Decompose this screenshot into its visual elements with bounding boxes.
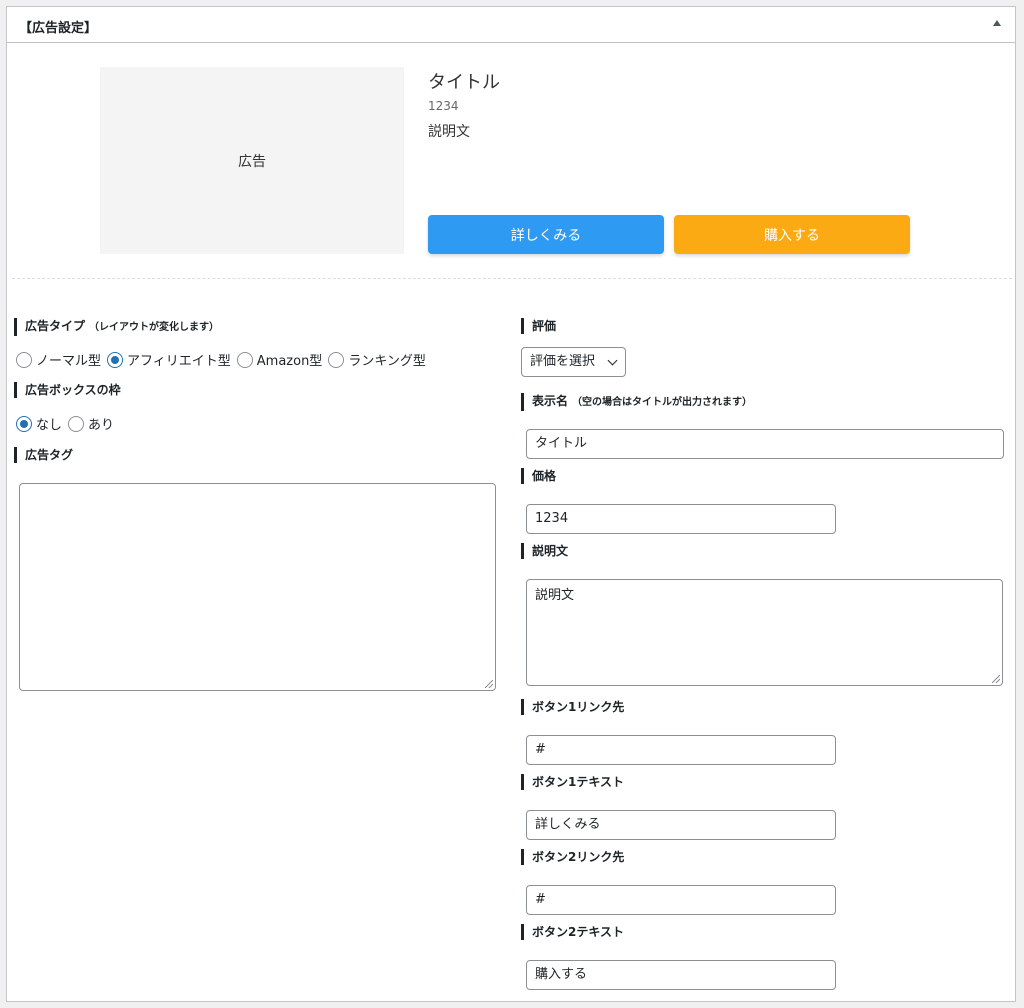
radio-checked-icon[interactable] — [107, 351, 124, 368]
preview-price: 1234 — [428, 99, 459, 113]
panel-title: 【広告設定】 — [19, 21, 98, 36]
display-name-hint: （空の場合はタイトルが出力されます） — [572, 397, 753, 408]
button2-text-input[interactable]: 購入する — [526, 960, 836, 990]
button1-link-input[interactable]: # — [526, 735, 836, 765]
frame-option-yes[interactable]: あり — [68, 414, 114, 433]
preview-divider — [12, 278, 1012, 279]
ad-frame-radio-group: なし あり — [16, 414, 120, 433]
ad-tag-textarea[interactable] — [19, 483, 496, 691]
rating-select[interactable]: 評価を選択 — [521, 347, 626, 377]
panel-header: 【広告設定】 — [7, 7, 1015, 43]
frame-option-none[interactable]: なし — [16, 414, 62, 433]
display-name-label: 表示名 （空の場合はタイトルが出力されます） — [521, 393, 752, 411]
button1-text-input[interactable]: 詳しくみる — [526, 810, 836, 840]
collapse-toggle-icon[interactable] — [993, 20, 1001, 26]
preview-description: 説明文 — [428, 124, 470, 140]
ad-type-option-amazon[interactable]: Amazon型 — [236, 350, 322, 369]
resize-handle-icon[interactable] — [992, 675, 1000, 683]
button2-link-input[interactable]: # — [526, 885, 836, 915]
ad-tag-label: 広告タグ — [14, 447, 73, 463]
radio-checked-icon[interactable] — [16, 415, 32, 432]
button2-link-label: ボタン2リンク先 — [521, 849, 624, 865]
price-input[interactable]: 1234 — [526, 504, 836, 534]
resize-handle-icon[interactable] — [485, 680, 493, 688]
rating-label: 評価 — [521, 318, 556, 334]
radio-icon[interactable] — [16, 351, 32, 368]
description-textarea[interactable]: 説明文 — [526, 579, 1003, 686]
chevron-down-icon — [607, 355, 618, 366]
button1-text-label: ボタン1テキスト — [521, 774, 624, 790]
button2-text-label: ボタン2テキスト — [521, 924, 624, 940]
ad-type-option-affiliate[interactable]: アフィリエイト型 — [107, 350, 231, 369]
radio-icon[interactable] — [328, 351, 345, 368]
ad-frame-label: 広告ボックスの枠 — [14, 382, 121, 398]
ad-type-hint: （レイアウトが変化します） — [89, 322, 220, 333]
ad-image-label: 広告 — [238, 153, 266, 170]
display-name-input[interactable]: タイトル — [526, 429, 1004, 459]
ad-type-radio-group: ノーマル型 アフィリエイト型 Amazon型 ランキング型 — [16, 350, 432, 369]
radio-icon[interactable] — [236, 351, 253, 368]
ad-image-placeholder: 広告 — [100, 67, 404, 254]
preview-title: タイトル — [428, 72, 500, 93]
button1-link-label: ボタン1リンク先 — [521, 699, 624, 715]
ad-type-option-normal[interactable]: ノーマル型 — [16, 350, 101, 369]
buy-button[interactable]: 購入する — [674, 215, 910, 254]
ad-type-label: 広告タイプ （レイアウトが変化します） — [14, 318, 219, 336]
ad-type-option-ranking[interactable]: ランキング型 — [328, 350, 426, 369]
description-label: 説明文 — [521, 543, 568, 559]
price-label: 価格 — [521, 468, 556, 484]
details-button[interactable]: 詳しくみる — [428, 215, 664, 254]
radio-icon[interactable] — [68, 415, 85, 432]
